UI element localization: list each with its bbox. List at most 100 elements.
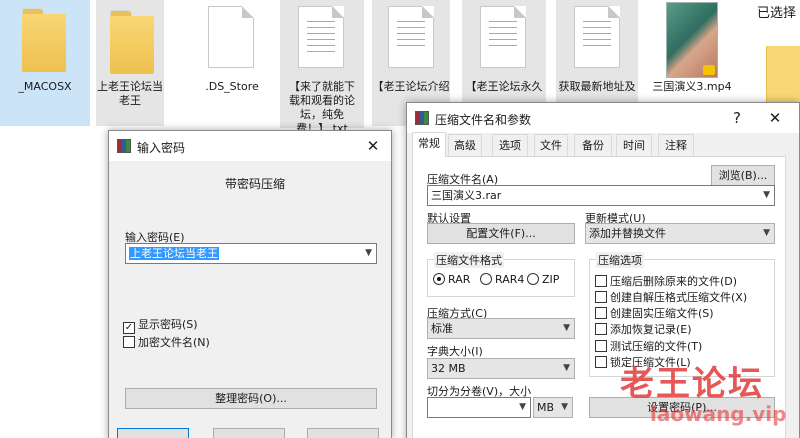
tab-options[interactable]: 选项 xyxy=(492,134,528,157)
radio-dot xyxy=(527,273,539,285)
options-group-label: 压缩选项 xyxy=(596,252,644,268)
watermark-url: laowang.vip xyxy=(650,402,787,426)
checkbox-box xyxy=(595,323,607,335)
dictionary-size-select[interactable]: 32 MB ▼ xyxy=(427,358,575,379)
radio-dot xyxy=(433,273,445,285)
checkbox-box xyxy=(123,336,135,348)
file-tile[interactable]: .DS_Store xyxy=(186,0,278,126)
watermark-text: 老王论坛 xyxy=(620,364,764,404)
dictionary-size-value: 32 MB xyxy=(431,362,466,375)
browse-button[interactable]: 浏览(B)... xyxy=(711,165,775,186)
option-recovery-record-checkbox[interactable]: 添加恢复记录(E) xyxy=(595,321,692,337)
chevron-down-icon[interactable]: ▼ xyxy=(763,186,770,205)
file-tile[interactable]: 【来了就能下载和观看的论坛，纯免费！】.txt xyxy=(280,0,364,135)
tab-time[interactable]: 时间 xyxy=(616,134,652,157)
dialog-title: 输入密码 xyxy=(137,141,186,155)
chevron-down-icon[interactable]: ▼ xyxy=(563,359,570,378)
option-delete-files-checkbox[interactable]: 压缩后删除原来的文件(D) xyxy=(595,273,737,289)
profiles-button[interactable]: 配置文件(F)... xyxy=(427,223,575,244)
help-button[interactable] xyxy=(307,428,379,438)
text-file-icon xyxy=(388,6,434,68)
option-sfx-checkbox[interactable]: 创建自解压格式压缩文件(X) xyxy=(595,289,747,305)
watermark: 老王论坛 laowang.vip xyxy=(620,356,786,426)
text-file-icon xyxy=(574,6,620,68)
update-mode-select[interactable]: 添加并替换文件 ▼ xyxy=(585,223,775,244)
tab-comment[interactable]: 注释 xyxy=(658,134,694,157)
update-mode-value: 添加并替换文件 xyxy=(589,227,666,240)
checkbox-label: 创建自解压格式压缩文件(X) xyxy=(610,291,748,304)
checkbox-box: ✓ xyxy=(123,322,135,334)
chevron-down-icon[interactable]: ▼ xyxy=(763,224,770,243)
split-unit-select[interactable]: MB ▼ xyxy=(533,397,573,418)
format-radio-rar4[interactable]: RAR4 xyxy=(480,273,524,286)
checkbox-box xyxy=(595,291,607,303)
checkbox-label: 显示密码(S) xyxy=(138,318,198,331)
title-bar: 输入密码 ✕ xyxy=(109,131,391,161)
method-select[interactable]: 标准 ▼ xyxy=(427,318,575,339)
checkbox-box xyxy=(595,356,607,368)
selection-status: 已选择 xyxy=(757,6,797,21)
password-dialog: 输入密码 ✕ 带密码压缩 输入密码(E) 上老王论坛当老王 ▼ ✓ 显示密码(S)… xyxy=(108,130,392,438)
format-radio-zip[interactable]: ZIP xyxy=(527,273,559,286)
checkbox-label: 加密文件名(N) xyxy=(138,336,210,349)
player-badge-icon xyxy=(703,65,715,75)
method-value: 标准 xyxy=(431,322,453,335)
file-label: 【来了就能下载和观看的论坛，纯免费！】.txt xyxy=(289,80,355,135)
winrar-icon xyxy=(117,139,131,153)
folder-icon xyxy=(766,46,800,102)
radio-label: RAR4 xyxy=(495,273,525,286)
tab-advanced[interactable]: 高级 xyxy=(448,134,482,157)
option-solid-checkbox[interactable]: 创建固实压缩文件(S) xyxy=(595,305,714,321)
checkbox-box xyxy=(595,307,607,319)
checkbox-label: 压缩后删除原来的文件(D) xyxy=(610,275,738,288)
file-label: 获取最新地址及 xyxy=(558,80,636,93)
split-unit-value: MB xyxy=(537,401,555,414)
format-group-label: 压缩文件格式 xyxy=(434,252,504,268)
checkbox-label: 添加恢复记录(E) xyxy=(610,323,692,336)
archive-name-value: 三国演义3.rar xyxy=(431,189,502,202)
file-tile[interactable]: 上老王论坛当老王 xyxy=(96,0,164,126)
file-label: 【老王论坛介绍 xyxy=(372,80,450,93)
winrar-icon xyxy=(415,111,429,125)
tab-files[interactable]: 文件 xyxy=(534,134,568,157)
split-size-input[interactable]: ▼ xyxy=(427,397,531,418)
chevron-down-icon[interactable]: ▼ xyxy=(365,244,372,263)
file-label: 【老王论坛永久 xyxy=(465,80,543,93)
file-label: .DS_Store xyxy=(205,80,259,93)
ok-button[interactable] xyxy=(117,428,189,438)
cancel-button[interactable] xyxy=(213,428,285,438)
file-label: _MACOSX xyxy=(18,80,72,93)
checkbox-label: 测试压缩的文件(T) xyxy=(610,340,703,353)
radio-dot xyxy=(480,273,492,285)
file-tile[interactable]: _MACOSX xyxy=(0,0,90,126)
tab-backup[interactable]: 备份 xyxy=(574,134,612,157)
radio-label: ZIP xyxy=(542,273,560,286)
video-thumbnail xyxy=(666,2,718,78)
close-button[interactable]: ✕ xyxy=(361,134,385,158)
chevron-down-icon[interactable]: ▼ xyxy=(561,398,568,417)
format-radio-rar[interactable]: RAR xyxy=(433,273,470,286)
file-label: 三国演义3.mp4 xyxy=(652,80,732,93)
checkbox-label: 创建固实压缩文件(S) xyxy=(610,307,714,320)
title-bar: 压缩文件名和参数 ? ✕ xyxy=(407,103,799,133)
show-password-checkbox[interactable]: ✓ 显示密码(S) xyxy=(123,316,198,334)
file-icon xyxy=(208,6,254,68)
tab-general[interactable]: 常规 xyxy=(412,132,446,157)
checkbox-box xyxy=(595,340,607,352)
encrypt-names-checkbox[interactable]: 加密文件名(N) xyxy=(123,334,210,350)
option-test-checkbox[interactable]: 测试压缩的文件(T) xyxy=(595,338,702,354)
password-input[interactable]: 上老王论坛当老王 ▼ xyxy=(125,243,377,264)
password-value: 上老王论坛当老王 xyxy=(129,247,219,260)
checkbox-box xyxy=(595,275,607,287)
text-file-icon xyxy=(298,6,344,68)
close-button[interactable]: ✕ xyxy=(763,106,787,130)
radio-label: RAR xyxy=(448,273,471,286)
chevron-down-icon[interactable]: ▼ xyxy=(563,319,570,338)
dialog-title: 压缩文件名和参数 xyxy=(435,113,532,127)
chevron-down-icon[interactable]: ▼ xyxy=(519,398,526,417)
file-label: 上老王论坛当老王 xyxy=(97,80,163,107)
text-file-icon xyxy=(480,6,526,68)
organize-passwords-button[interactable]: 整理密码(O)... xyxy=(125,388,377,409)
archive-name-input[interactable]: 三国演义3.rar ▼ xyxy=(427,185,775,206)
help-button[interactable]: ? xyxy=(725,106,749,130)
